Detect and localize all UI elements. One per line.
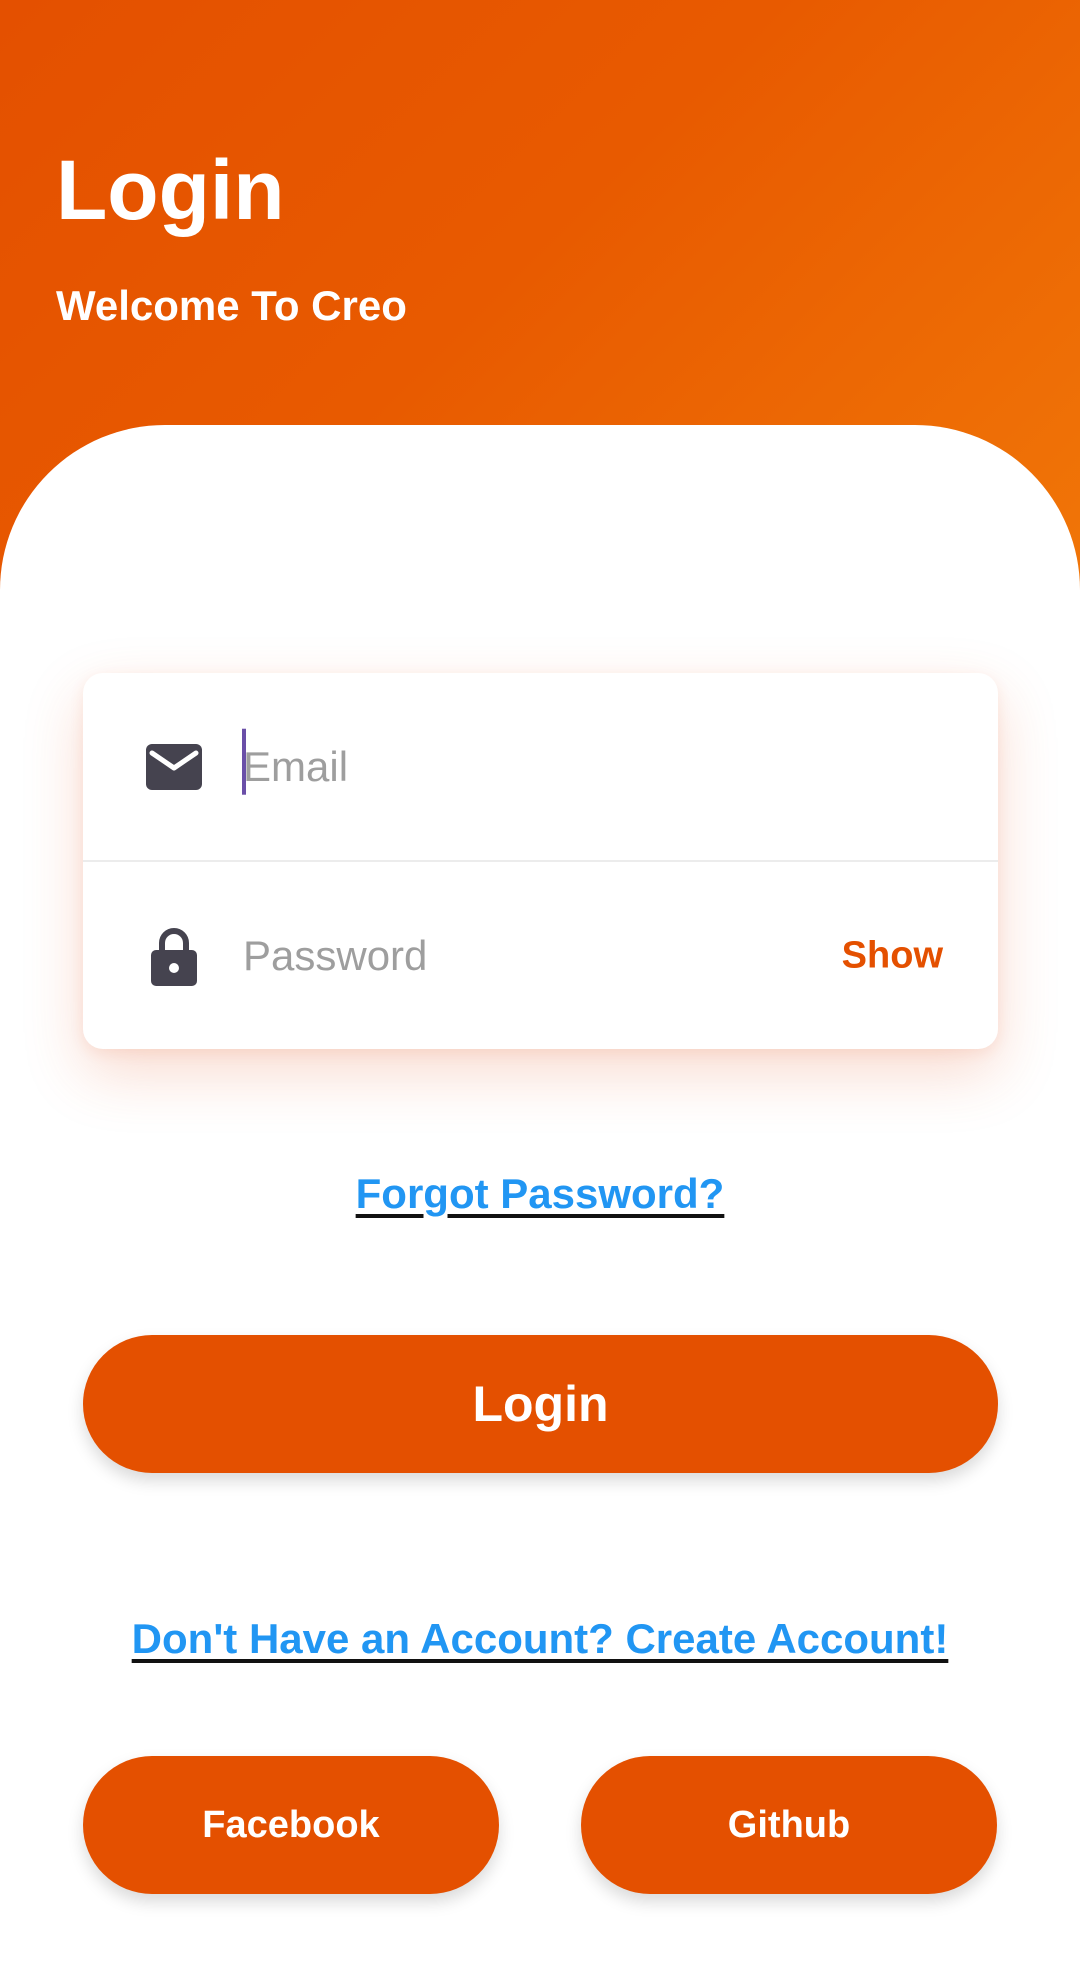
password-row: Show: [83, 862, 998, 1050]
email-row: [83, 673, 998, 862]
login-screen: Login Welcome To Creo Sh: [0, 0, 1080, 1983]
password-field[interactable]: [243, 921, 803, 991]
email-field[interactable]: [243, 731, 803, 802]
show-password-toggle[interactable]: Show: [842, 935, 943, 978]
login-form-card: Show: [83, 673, 998, 1049]
page-title: Login: [56, 143, 285, 237]
github-login-button[interactable]: Github: [581, 1756, 997, 1894]
mail-icon: [146, 737, 202, 797]
lock-icon: [146, 926, 202, 986]
forgot-password-link[interactable]: Forgot Password?: [0, 1170, 1080, 1218]
page-subtitle: Welcome To Creo: [56, 282, 407, 329]
create-account-link[interactable]: Don't Have an Account? Create Account!: [0, 1615, 1080, 1663]
login-button[interactable]: Login: [83, 1335, 998, 1473]
facebook-login-button[interactable]: Facebook: [83, 1756, 499, 1894]
